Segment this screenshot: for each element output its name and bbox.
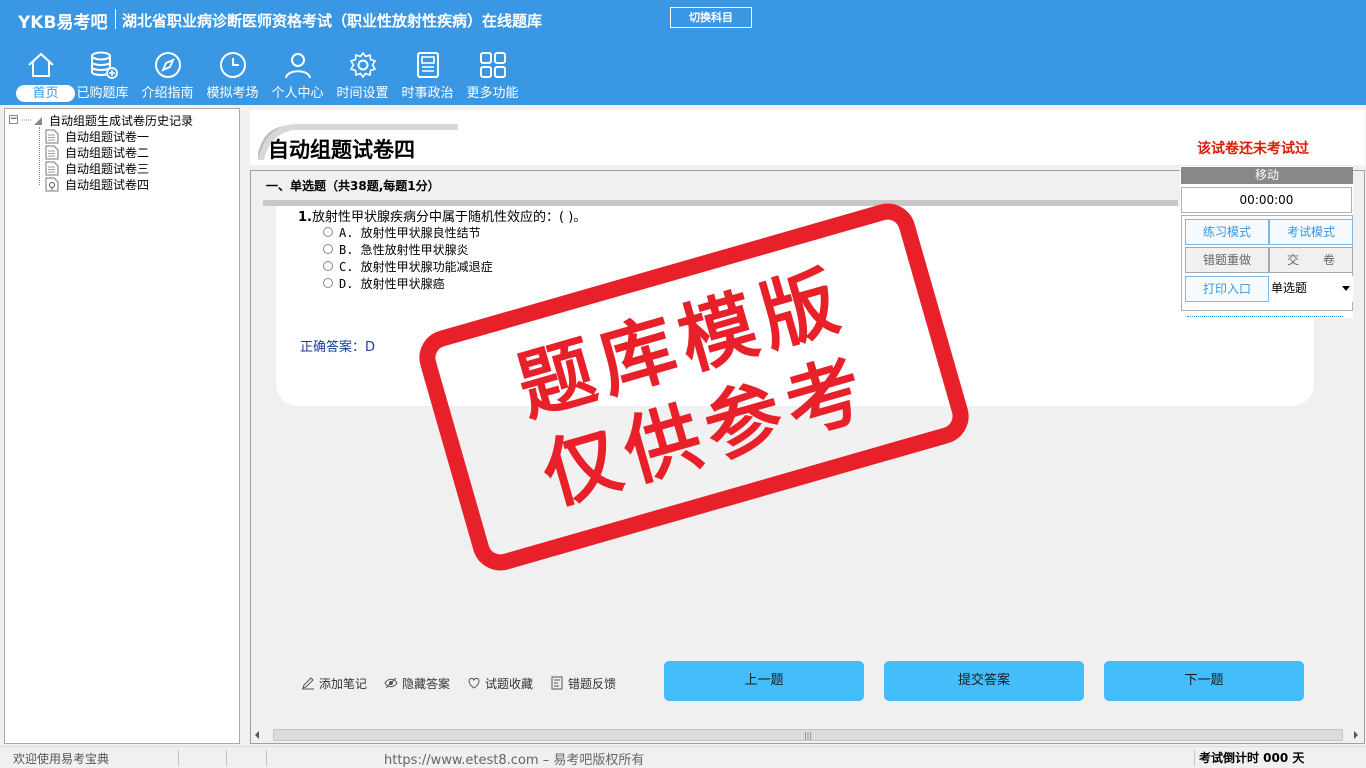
- status-separator: [266, 750, 267, 766]
- nav-purchased[interactable]: 已购题库: [70, 46, 135, 104]
- section-header: 一、单选题（共38题,每题1分）: [266, 179, 440, 193]
- radio-icon[interactable]: [323, 278, 333, 288]
- option-label: D. 放射性甲状腺癌: [339, 277, 445, 291]
- print-entry-button[interactable]: 打印入口: [1185, 276, 1269, 302]
- nav-current-affairs-label: 时事政治: [401, 86, 454, 101]
- question-number: 1.: [298, 210, 312, 225]
- nav-profile-label: 个人中心: [271, 86, 324, 101]
- nav-time-settings-label: 时间设置: [336, 86, 389, 101]
- panel-scrollbar[interactable]: [1187, 312, 1343, 317]
- compass-icon: [154, 52, 181, 78]
- nav-purchased-label: 已购题库: [76, 86, 129, 101]
- tree-item-label: 自动组题试卷二: [65, 146, 150, 160]
- document-icon: [45, 129, 59, 144]
- pencil-icon: [302, 677, 314, 690]
- app-title: 湖北省职业病诊断医师资格考试（职业性放射性疾病）在线题库: [122, 12, 543, 30]
- grip-icon: |||: [803, 731, 813, 740]
- exam-timer: 00:00:00: [1181, 187, 1352, 213]
- dropdown-arrow-icon: [1342, 286, 1350, 291]
- hide-answer-label: 隐藏答案: [402, 677, 451, 691]
- nav-time-settings[interactable]: 时间设置: [330, 46, 395, 104]
- document-icon: [45, 145, 59, 160]
- history-tree-panel: − 自动组题生成试卷历史记录 自动组题试卷一 自动组题试卷二 自动组题试卷三 自…: [4, 108, 240, 744]
- feedback-icon: [551, 676, 563, 690]
- nav-mock-exam-label: 模拟考场: [206, 86, 259, 101]
- radio-icon[interactable]: [323, 261, 333, 271]
- nav-guide-label: 介绍指南: [141, 86, 194, 101]
- tree-item-label: 自动组题试卷四: [65, 178, 150, 192]
- question-type-value: 单选题: [1271, 281, 1308, 295]
- report-error-label: 错题反馈: [568, 677, 617, 691]
- radio-icon[interactable]: [323, 227, 333, 237]
- nav-guide[interactable]: 介绍指南: [135, 46, 200, 104]
- nav-mock-exam[interactable]: 模拟考场: [200, 46, 265, 104]
- favorite-label: 试题收藏: [485, 677, 534, 691]
- redo-wrong-button[interactable]: 错题重做: [1185, 247, 1269, 273]
- eye-hidden-icon: [384, 677, 398, 689]
- add-note-label: 添加笔记: [319, 677, 368, 691]
- nav-more[interactable]: 更多功能: [460, 46, 525, 104]
- document-icon: [45, 161, 59, 176]
- status-separator: [1194, 750, 1195, 766]
- option-label: C. 放射性甲状腺功能减退症: [339, 260, 493, 274]
- folder-arrow-icon: [22, 117, 42, 125]
- header-divider: [115, 9, 116, 29]
- status-bar: 欢迎使用易考宝典 https://www.etest8.com – 易考吧版权所…: [0, 746, 1366, 768]
- next-question-button[interactable]: 下一题: [1104, 661, 1304, 701]
- horizontal-scrollbar[interactable]: |||: [251, 727, 1364, 743]
- nav-current-affairs[interactable]: 时事政治: [395, 46, 460, 104]
- home-icon: [27, 52, 54, 77]
- app-logo: YKB易考吧: [18, 13, 108, 33]
- question-type-select[interactable]: 单选题: [1269, 276, 1353, 302]
- exam-mode-button[interactable]: 考试模式: [1269, 219, 1353, 245]
- document-pin-icon: [45, 177, 59, 192]
- nav-home-label: 首页: [16, 85, 75, 102]
- scroll-left-icon[interactable]: [255, 731, 259, 739]
- tree-root-label: 自动组题生成试卷历史记录: [49, 114, 194, 128]
- tree-connector: [39, 127, 40, 185]
- question-stem: 1.放射性甲状腺疾病分中属于随机性效应的：( )。: [298, 206, 586, 225]
- nav-profile[interactable]: 个人中心: [265, 46, 330, 104]
- submit-answer-button[interactable]: 提交答案: [884, 661, 1084, 701]
- tree-item-label: 自动组题试卷一: [65, 130, 150, 144]
- question-text: 放射性甲状腺疾病分中属于随机性效应的：( )。: [311, 210, 587, 225]
- status-separator: [178, 750, 179, 766]
- correct-answer: 正确答案：D: [300, 340, 376, 355]
- database-icon: [90, 51, 118, 79]
- user-icon: [284, 53, 311, 79]
- exam-status-text: 该试卷还未考试过: [1197, 141, 1309, 157]
- option-label: A. 放射性甲状腺良性结节: [339, 226, 481, 240]
- nav-home[interactable]: 首页: [8, 46, 75, 104]
- switch-subject-button[interactable]: 切换科目: [670, 7, 752, 28]
- prev-question-button[interactable]: 上一题: [664, 661, 864, 701]
- scroll-right-icon[interactable]: [1354, 731, 1358, 739]
- app-header: YKB易考吧 湖北省职业病诊断医师资格考试（职业性放射性疾病）在线题库 切换科目…: [0, 0, 1366, 105]
- scrollbar-thumb[interactable]: |||: [273, 729, 1343, 741]
- exam-countdown: 考试倒计时 000 天: [1199, 751, 1305, 765]
- status-separator: [226, 750, 227, 766]
- option-label: B. 急性放射性甲状腺炎: [339, 243, 469, 257]
- paper-title: 自动组题试卷四: [268, 138, 415, 162]
- nav-more-label: 更多功能: [466, 86, 519, 101]
- radio-icon[interactable]: [323, 244, 333, 254]
- practice-mode-button[interactable]: 练习模式: [1185, 219, 1269, 245]
- status-welcome: 欢迎使用易考宝典: [13, 752, 110, 766]
- collapse-icon[interactable]: −: [9, 115, 18, 124]
- move-handle[interactable]: 移动: [1181, 167, 1353, 184]
- clock-icon: [219, 52, 246, 78]
- grid-icon: [479, 52, 506, 78]
- heart-icon: [468, 677, 480, 689]
- gear-icon: [349, 51, 376, 79]
- newspaper-icon: [416, 52, 439, 78]
- tree-item-label: 自动组题试卷三: [65, 162, 150, 176]
- submit-paper-button[interactable]: 交 卷: [1269, 247, 1353, 273]
- status-copyright: https://www.etest8.com – 易考吧版权所有: [384, 753, 645, 768]
